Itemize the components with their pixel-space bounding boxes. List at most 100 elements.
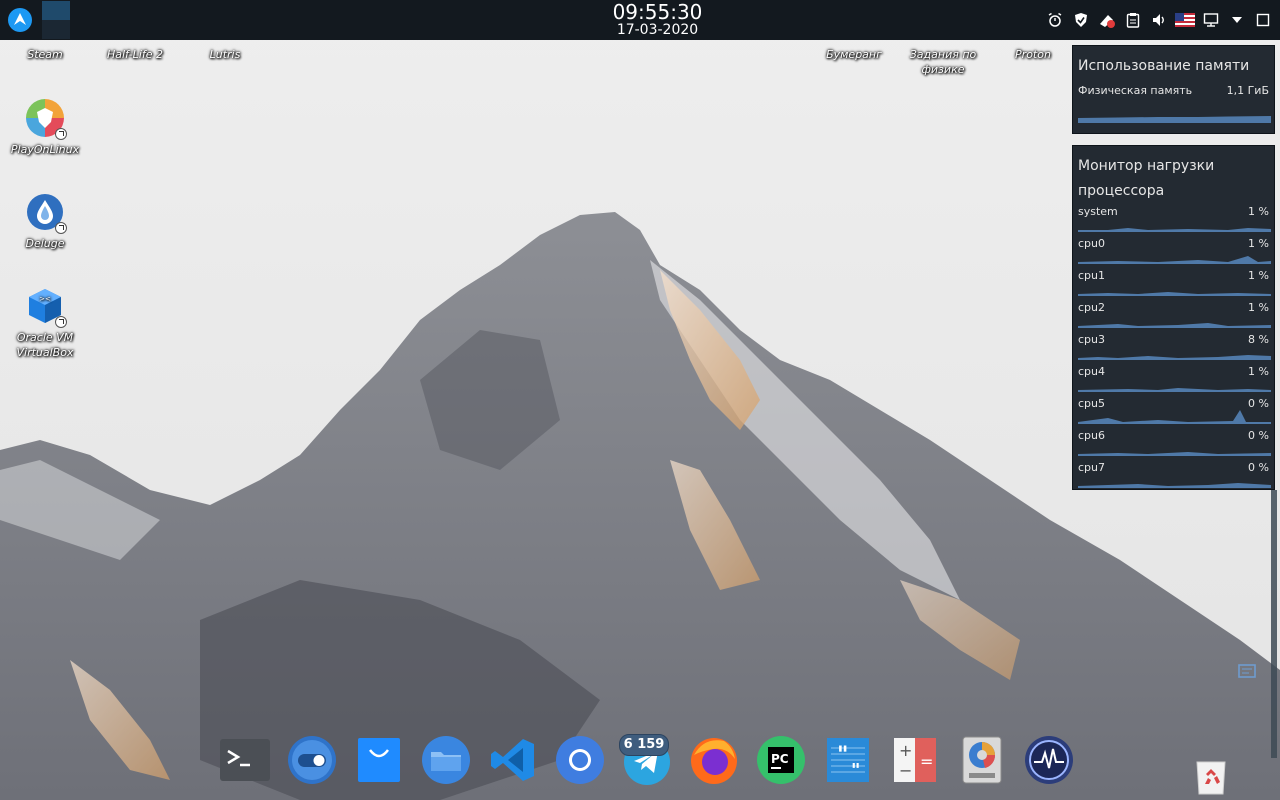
desktop-icon-label: Задания по физике <box>909 48 977 76</box>
playonlinux-icon <box>25 98 67 140</box>
disk-usage-icon <box>961 735 1003 789</box>
clock-time: 09:55:30 <box>612 0 703 24</box>
system-monitor-icon <box>1024 735 1074 789</box>
application-launcher[interactable] <box>8 8 32 32</box>
desktop-icon-steam[interactable]: Steam <box>0 47 90 62</box>
dock-item-terminal[interactable] <box>220 737 270 787</box>
cpu-stat-row-cpu4: cpu4 1 % <box>1078 364 1271 396</box>
dock-item-calculator[interactable]: + − = <box>890 737 940 787</box>
cpu-stat-row-cpu3: cpu3 8 % <box>1078 332 1271 364</box>
pager-desktop-1[interactable] <box>42 1 70 20</box>
cpu-graph-cpu4 <box>1078 388 1271 392</box>
clock-date: 17-03-2020 <box>616 22 699 38</box>
desktop-icon-label: PlayOnLinux <box>10 143 80 156</box>
memory-usage-widget[interactable]: Использование памяти Физическая память 1… <box>1072 45 1275 134</box>
maximize-icon[interactable] <box>1252 9 1274 31</box>
cpu-graph-system <box>1078 228 1271 232</box>
dock-item-pycharm[interactable]: PC <box>756 735 806 789</box>
dock-item-notes[interactable]: " " <box>823 737 873 787</box>
desktop-icon-label: Oracle VM VirtualBox <box>16 331 74 359</box>
sync-notify-icon[interactable] <box>1096 9 1118 31</box>
dock-item-toggle[interactable] <box>287 735 337 789</box>
trash-bin[interactable] <box>1194 758 1228 796</box>
pycharm-icon: PC <box>756 735 806 789</box>
desktop-icon-label: Deluge <box>25 237 65 250</box>
cpu-load-widget[interactable]: Монитор нагрузки процессора system 1 % c… <box>1072 145 1275 490</box>
system-tray <box>1044 8 1274 32</box>
dock-item-firefox[interactable] <box>689 737 739 787</box>
cpu-stat-row-cpu2: cpu2 1 % <box>1078 300 1271 332</box>
memory-stat-row: Физическая память 1,1 ГиБ <box>1078 83 1271 127</box>
desktop-icon-label: Proton <box>1015 48 1051 61</box>
cpu-stat-row-cpu6: cpu6 0 % <box>1078 428 1271 460</box>
memory-stat-name: Физическая память <box>1078 84 1193 97</box>
telegram-unread-badge: 6 159 <box>619 734 669 756</box>
cpu-graph-cpu2 <box>1078 323 1271 328</box>
file-manager-icon <box>421 735 471 789</box>
desktop-icon-playonlinux[interactable]: PlayOnLinux <box>0 98 90 157</box>
latte-dock: 6 159 PC " " + − = <box>220 734 1074 789</box>
vscode-icon <box>489 736 537 788</box>
terminal-icon <box>220 739 270 785</box>
corner-widget-icon[interactable] <box>1236 660 1258 682</box>
memory-stat-value: 1,1 ГиБ <box>1226 84 1269 97</box>
dock-item-system-monitor[interactable] <box>1024 735 1074 789</box>
cpu-stat-row-cpu0: cpu0 1 % <box>1078 236 1271 268</box>
cpu-graph-cpu7 <box>1078 483 1271 488</box>
desktop-icon-physics-tasks[interactable]: Задания по физике <box>898 47 988 77</box>
digital-clock[interactable]: 09:55:30 17-03-2020 <box>590 1 725 37</box>
svg-text:+: + <box>899 741 912 760</box>
widget-scroll-strip <box>1271 490 1277 758</box>
memory-widget-title: Использование памяти <box>1078 58 1250 74</box>
dock-item-chromium[interactable] <box>555 735 605 789</box>
desktop-icon-boomerang[interactable]: Бумеранг <box>809 47 899 62</box>
dock-item-telegram[interactable]: 6 159 <box>619 734 672 787</box>
cpu-stat-row-cpu7: cpu7 0 % <box>1078 460 1271 492</box>
virtual-desktop-pager[interactable] <box>42 1 70 39</box>
dock-item-disk-usage[interactable] <box>957 735 1007 789</box>
chromium-icon <box>555 735 605 789</box>
desktop-icon-proton[interactable]: Proton <box>988 47 1078 62</box>
desktop-icon-half-life-2[interactable]: Half-Life 2 <box>90 47 180 62</box>
cpu-stat-row-cpu1: cpu1 1 % <box>1078 268 1271 300</box>
shield-icon[interactable] <box>1070 9 1092 31</box>
desktop-icon-deluge[interactable]: Deluge <box>0 192 90 251</box>
svg-text:><: >< <box>39 295 51 303</box>
expand-arrow-icon[interactable] <box>1226 9 1248 31</box>
dock-item-vscode[interactable] <box>488 737 538 787</box>
svg-text:": " <box>837 742 848 768</box>
alarm-icon[interactable] <box>1044 9 1066 31</box>
cpu-stat-row-cpu5: cpu5 0 % <box>1078 396 1271 428</box>
toggle-switch-icon <box>287 735 337 789</box>
clipboard-icon[interactable] <box>1122 9 1144 31</box>
cpu-graph-cpu6 <box>1078 452 1271 456</box>
dock-item-store[interactable] <box>354 737 404 787</box>
store-bag-icon <box>356 736 402 788</box>
desktop-icon-label: Бумеранг <box>826 48 882 61</box>
cpu-graph-cpu1 <box>1078 292 1271 296</box>
memory-usage-graph <box>1078 116 1271 123</box>
us-flag-icon[interactable] <box>1174 9 1196 31</box>
svg-text:=: = <box>920 752 933 771</box>
top-panel: 09:55:30 17-03-2020 <box>0 0 1280 40</box>
cpu-graph-cpu5 <box>1078 410 1271 424</box>
dock-item-files[interactable] <box>421 735 471 789</box>
cpu-graph-cpu0 <box>1078 256 1271 264</box>
cpu-stat-row-system: system 1 % <box>1078 204 1271 236</box>
volume-icon[interactable] <box>1148 9 1170 31</box>
calculator-icon: + − = <box>892 736 938 788</box>
svg-text:−: − <box>899 761 912 780</box>
desktop-icon-label: Half-Life 2 <box>106 48 164 61</box>
arch-logo-icon <box>13 11 27 30</box>
pager-desktop-2[interactable] <box>42 20 70 39</box>
quote-notes-icon: " " <box>825 736 871 788</box>
virtualbox-icon: >< <box>25 286 67 328</box>
display-icon[interactable] <box>1200 9 1222 31</box>
desktop-icon-lutris[interactable]: Lutris <box>180 47 270 62</box>
cpu-widget-title: Монитор нагрузки процессора <box>1078 158 1215 199</box>
cpu-graph-cpu3 <box>1078 355 1271 360</box>
svg-text:PC: PC <box>771 752 789 766</box>
desktop-icon-label: Lutris <box>209 48 241 61</box>
desktop-icon-virtualbox[interactable]: >< Oracle VM VirtualBox <box>0 286 90 360</box>
svg-text:": " <box>851 760 860 781</box>
